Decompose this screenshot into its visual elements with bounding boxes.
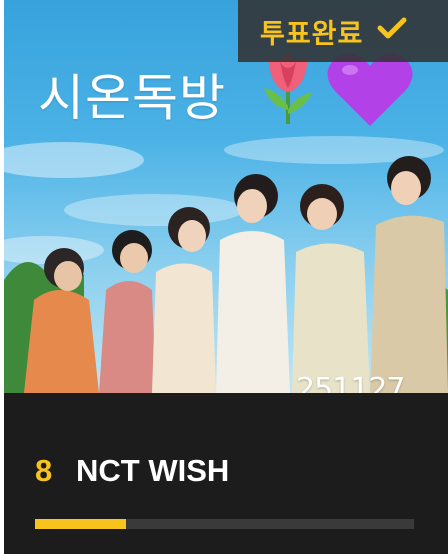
vote-progress-bar bbox=[35, 519, 414, 529]
entry-info: 8 NCT WISH bbox=[4, 393, 448, 554]
photo-caption: 시온독방 bbox=[38, 69, 226, 127]
vote-complete-label: 투표완료 bbox=[260, 18, 364, 50]
vote-progress-fill bbox=[35, 519, 126, 529]
date-stamp: 251127 bbox=[296, 372, 406, 393]
artist-name: NCT WISH bbox=[76, 453, 230, 488]
check-icon bbox=[377, 17, 407, 45]
rank-number: 8 bbox=[35, 453, 53, 488]
vote-card[interactable]: 시온독방 251127 투표완료 8 NCT WISH bbox=[4, 0, 448, 554]
vote-complete-badge[interactable]: 투표완료 bbox=[238, 0, 448, 62]
